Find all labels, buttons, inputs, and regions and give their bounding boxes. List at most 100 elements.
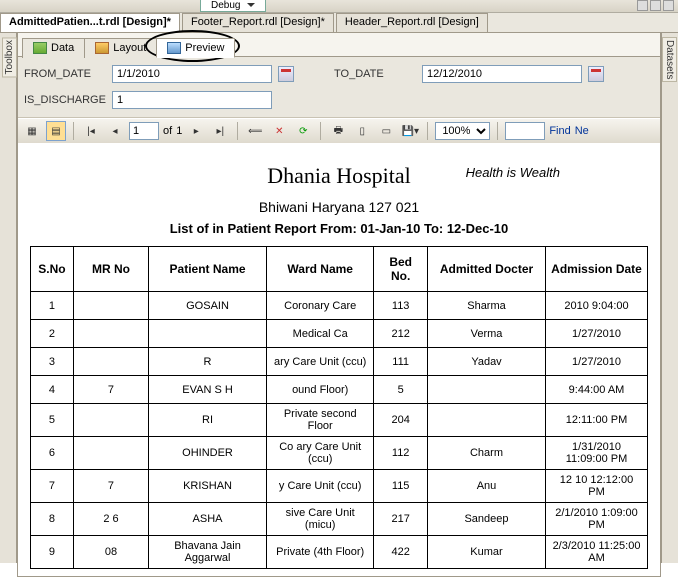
subtab-layout[interactable]: Layout — [84, 38, 157, 58]
cell-sno: 5 — [31, 404, 74, 437]
report-address: Bhiwani Haryana 127 021 — [30, 199, 648, 215]
cell-doc — [427, 404, 545, 437]
prev-page-btn[interactable]: ◂ — [105, 121, 125, 141]
find-input[interactable] — [505, 122, 545, 140]
cell-pname: RI — [149, 404, 267, 437]
last-page-btn[interactable]: ▸| — [210, 121, 230, 141]
doctab-0[interactable]: AdmittedPatien...t.rdl [Design]* — [0, 13, 180, 32]
cell-date: 2010 9:04:00 — [546, 292, 648, 320]
find-link[interactable]: Find — [549, 125, 570, 137]
subtab-data[interactable]: Data — [22, 38, 85, 58]
first-page-btn[interactable]: |◂ — [81, 121, 101, 141]
param-discharge-label: IS_DISCHARGE — [24, 94, 112, 106]
cell-ward: Co ary Care Unit (ccu) — [267, 437, 374, 470]
cell-pname — [149, 320, 267, 348]
cell-doc: Kumar — [427, 536, 545, 569]
cell-bed: 212 — [374, 320, 428, 348]
page-number-input[interactable] — [129, 122, 159, 140]
cell-doc — [427, 376, 545, 404]
cell-mrno — [73, 292, 148, 320]
subtab-layout-label: Layout — [113, 42, 146, 54]
cell-mrno — [73, 437, 148, 470]
cell-mrno: 7 — [73, 470, 148, 503]
param-discharge-input[interactable] — [112, 91, 272, 109]
cell-sno: 6 — [31, 437, 74, 470]
data-icon — [33, 42, 47, 54]
back-btn[interactable]: ⟸ — [245, 121, 265, 141]
col-bed: Bed No. — [374, 247, 428, 292]
datasets-tab[interactable]: Datasets — [662, 37, 677, 82]
col-sno: S.No — [31, 247, 74, 292]
toolbar-btn-3[interactable] — [663, 0, 674, 11]
cell-ward: Medical Ca — [267, 320, 374, 348]
print-layout-btn[interactable]: ▯ — [352, 121, 372, 141]
page-total: 1 — [176, 125, 182, 137]
subtab-preview[interactable]: Preview — [156, 38, 235, 58]
cell-mrno — [73, 348, 148, 376]
report-heading: List of in Patient Report From: 01-Jan-1… — [30, 221, 648, 236]
chevron-down-icon — [247, 3, 255, 7]
zoom-select[interactable]: 100% — [435, 122, 490, 140]
cell-sno: 3 — [31, 348, 74, 376]
param-from-input[interactable] — [112, 65, 272, 83]
cell-doc: Sharma — [427, 292, 545, 320]
next-page-btn[interactable]: ▸ — [186, 121, 206, 141]
cell-mrno: 08 — [73, 536, 148, 569]
col-mrno: MR No — [73, 247, 148, 292]
preview-icon — [167, 42, 181, 54]
cell-date: 2/3/2010 11:25:00 AM — [546, 536, 648, 569]
print-btn[interactable]: 🖶 — [328, 121, 348, 141]
find-next-link[interactable]: Ne — [575, 125, 589, 137]
cell-bed: 217 — [374, 503, 428, 536]
page-of-label: of — [163, 125, 172, 137]
config-label: Debug — [211, 0, 240, 11]
right-dock: Datasets — [661, 33, 678, 563]
subtab-preview-label: Preview — [185, 42, 224, 54]
doctab-2[interactable]: Header_Report.rdl [Design] — [336, 13, 488, 32]
param-bar: FROM_DATE TO_DATE IS_DISCHARGE — [18, 57, 660, 118]
cell-pname: KRISHAN — [149, 470, 267, 503]
export-btn[interactable]: 💾▾ — [400, 121, 420, 141]
report-preview: Dhania Hospital Health is Wealth Bhiwani… — [18, 143, 660, 576]
stop-btn[interactable]: ✕ — [269, 121, 289, 141]
cell-mrno — [73, 320, 148, 348]
cell-doc: Charm — [427, 437, 545, 470]
calendar-icon[interactable] — [278, 66, 294, 82]
toolbar-btn-2[interactable] — [650, 0, 661, 11]
table-row: 5RIPrivate second Floor20412:11:00 PM — [31, 404, 648, 437]
config-dropdown[interactable]: Debug — [200, 0, 266, 12]
table-row: 77KRISHANy Care Unit (ccu)115Anu12 10 12… — [31, 470, 648, 503]
page-setup-btn[interactable]: ▭ — [376, 121, 396, 141]
cell-ward: Coronary Care — [267, 292, 374, 320]
cell-mrno: 2 6 — [73, 503, 148, 536]
cell-pname: OHINDER — [149, 437, 267, 470]
toolbar-btn-1[interactable] — [637, 0, 648, 11]
designer-subtabs: Data Layout Preview — [18, 33, 660, 57]
cell-doc: Verma — [427, 320, 545, 348]
toolbox-tab[interactable]: Toolbox — [2, 37, 17, 77]
cell-date: 2/1/2010 1:09:00 PM — [546, 503, 648, 536]
preview-view-btn[interactable]: ▤ — [46, 121, 66, 141]
refresh-btn[interactable]: ⟳ — [293, 121, 313, 141]
calendar-icon[interactable] — [588, 66, 604, 82]
col-pname: Patient Name — [149, 247, 267, 292]
table-row: 1GOSAINCoronary Care113Sharma2010 9:04:0… — [31, 292, 648, 320]
table-row: 2 Medical Ca212Verma1/27/2010 — [31, 320, 648, 348]
cell-ward: ary Care Unit (ccu) — [267, 348, 374, 376]
cell-bed: 5 — [374, 376, 428, 404]
cell-date: 1/27/2010 — [546, 348, 648, 376]
cell-sno: 1 — [31, 292, 74, 320]
menubar-strip: Debug — [0, 0, 678, 13]
cell-date: 1/27/2010 — [546, 320, 648, 348]
design-view-btn[interactable]: ▦ — [22, 121, 42, 141]
left-dock: Toolbox — [0, 33, 17, 563]
doctab-1[interactable]: Footer_Report.rdl [Design]* — [182, 13, 334, 32]
subtab-data-label: Data — [51, 42, 74, 54]
report-table: S.No MR No Patient Name Ward Name Bed No… — [30, 246, 648, 569]
table-row: 6OHINDERCo ary Care Unit (ccu)112Charm1/… — [31, 437, 648, 470]
param-to-input[interactable] — [422, 65, 582, 83]
cell-sno: 2 — [31, 320, 74, 348]
cell-ward: Private second Floor — [267, 404, 374, 437]
cell-sno: 8 — [31, 503, 74, 536]
cell-ward: ound Floor) — [267, 376, 374, 404]
